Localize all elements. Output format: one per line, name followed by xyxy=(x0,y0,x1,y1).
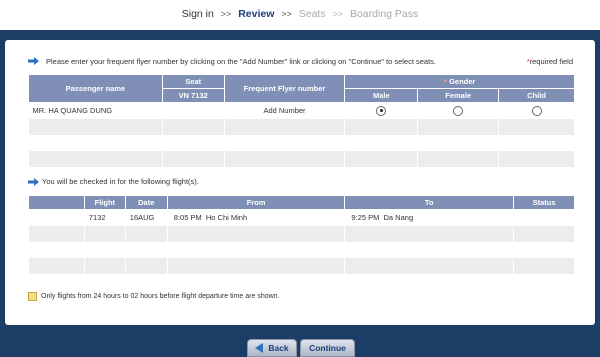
table-row xyxy=(28,241,575,258)
flight-from: 8:05 PM Ho Chi Minh xyxy=(167,209,346,226)
col-seat: Seat xyxy=(161,74,225,89)
arrival-city: Da Nang xyxy=(383,213,414,223)
passenger-seat xyxy=(162,102,225,119)
step-separator: >> xyxy=(220,9,232,19)
arrow-right-icon xyxy=(28,57,39,65)
step-separator: >> xyxy=(281,9,292,19)
back-label: Back xyxy=(268,343,289,353)
add-number-link[interactable]: Add Number xyxy=(224,102,346,119)
top-bar xyxy=(0,30,600,40)
col-passenger-name: Passenger name xyxy=(28,74,163,103)
table-row xyxy=(28,118,575,135)
departure-time: 8:05 PM xyxy=(173,213,202,223)
gender-required-star: * xyxy=(444,77,447,86)
passenger-name: MR. HA QUANG DUNG xyxy=(28,102,163,119)
step-seats: Seats xyxy=(298,8,326,20)
step-sign-in: Sign in xyxy=(181,8,214,20)
required-field-label: required field xyxy=(529,57,573,66)
table-row: 7132 16AUG 8:05 PM Ho Chi Minh 9:25 PM D… xyxy=(28,209,575,226)
continue-button[interactable]: Continue xyxy=(300,339,355,357)
arrival-time: 9:25 PM xyxy=(351,213,380,223)
arrow-right-icon xyxy=(28,178,39,186)
gender-label: Gender xyxy=(449,77,476,86)
flight-date: 16AUG xyxy=(125,209,168,226)
required-field-note: *required field xyxy=(527,57,573,66)
note-text: Only flights from 24 hours to 02 hours b… xyxy=(41,293,280,300)
gender-male-radio[interactable] xyxy=(376,105,387,116)
step-boarding-pass: Boarding Pass xyxy=(349,8,419,20)
passenger-table: Passenger name Seat Frequent Flyer numbe… xyxy=(28,74,575,167)
flight-status xyxy=(513,209,575,226)
departure-city: Ho Chi Minh xyxy=(205,213,248,223)
col-flight: Flight xyxy=(83,195,126,210)
flight-number: 7132 xyxy=(84,209,126,226)
col-female: Female xyxy=(417,88,500,103)
table-row xyxy=(28,257,575,274)
col-date: Date xyxy=(124,195,168,210)
gender-child-radio[interactable] xyxy=(531,105,542,116)
col-empty xyxy=(28,195,85,210)
back-arrow-icon xyxy=(255,342,264,353)
table-row: MR. HA QUANG DUNG Add Number xyxy=(28,102,575,119)
col-frequent-flyer: Frequent Flyer number xyxy=(223,74,346,103)
back-button[interactable]: Back xyxy=(247,339,297,357)
gender-female-radio[interactable] xyxy=(453,105,464,116)
table-row xyxy=(28,225,575,242)
step-review: Review xyxy=(238,8,275,20)
flights-caption: You will be checked in for the following… xyxy=(42,177,199,186)
instructions-text: Please enter your frequent flyer number … xyxy=(46,57,437,66)
col-gender: * Gender xyxy=(344,74,575,89)
col-male: Male xyxy=(344,88,419,103)
flight-table: Flight Date From To Status 7132 16AUG 8:… xyxy=(28,195,575,274)
table-row xyxy=(28,134,575,151)
table-row xyxy=(28,150,575,167)
step-separator: >> xyxy=(332,9,344,19)
note-icon xyxy=(28,292,37,301)
col-status: Status xyxy=(513,195,575,210)
col-child: Child xyxy=(498,88,575,103)
flight-to: 9:25 PM Da Nang xyxy=(344,209,515,226)
col-to: To xyxy=(344,195,515,210)
col-from: From xyxy=(166,195,346,210)
col-seat-flight: VN 7132 xyxy=(161,88,225,103)
breadcrumb: Sign in >> Review >> Seats >> Boarding P… xyxy=(0,0,600,30)
